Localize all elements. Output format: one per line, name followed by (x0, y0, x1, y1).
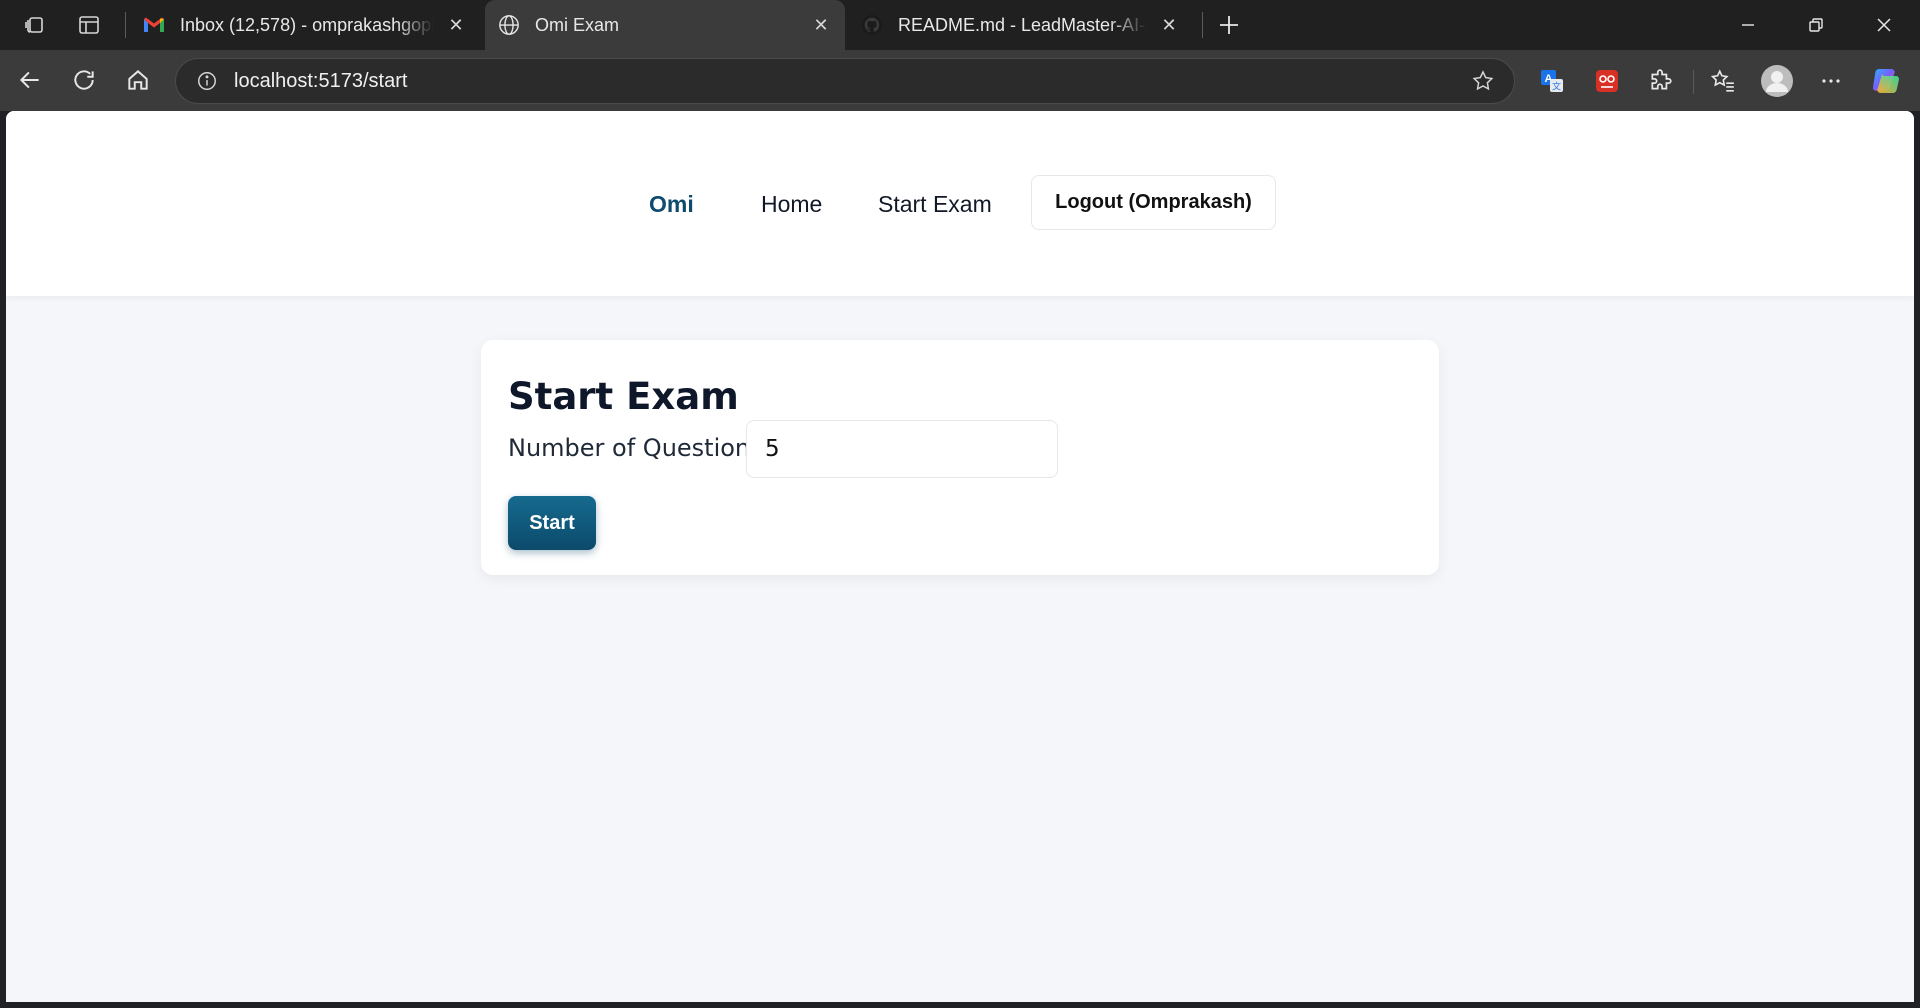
favorite-star-icon[interactable] (1460, 69, 1506, 93)
favorites-icon[interactable] (1700, 58, 1746, 104)
tab-readme[interactable]: README.md - LeadMaster-AI-Assignment ✕ (848, 6, 1193, 44)
tab-title: README.md - LeadMaster-AI-Assignment (898, 14, 1147, 35)
tab-omi-exam[interactable]: Omi Exam ✕ (485, 0, 845, 50)
tab-title: Omi Exam (535, 14, 620, 35)
url-text[interactable]: localhost:5173/start (234, 70, 1460, 93)
start-exam-card: Start Exam Number of Questions: Start (481, 340, 1439, 575)
tab-title: Inbox (12,578) - omprakashgopi2002@gmail… (180, 14, 434, 35)
close-icon[interactable]: ✕ (1157, 13, 1181, 37)
extensions-icon[interactable] (1638, 58, 1684, 104)
toolbar-separator (1693, 70, 1694, 94)
globe-icon (497, 13, 521, 37)
start-button[interactable]: Start (508, 496, 596, 550)
close-icon[interactable]: ✕ (809, 13, 833, 37)
questions-count-input[interactable] (746, 420, 1058, 478)
close-icon[interactable]: ✕ (444, 13, 468, 37)
translate-extension-icon[interactable]: A文 (1529, 58, 1575, 104)
tab-separator (125, 12, 126, 38)
brand-link[interactable]: Omi (649, 191, 694, 218)
svg-text:文: 文 (1552, 81, 1561, 93)
red-extension-icon[interactable] (1584, 58, 1630, 104)
github-icon (860, 13, 884, 37)
page-title: Start Exam (508, 375, 739, 418)
restore-icon[interactable] (1782, 0, 1850, 50)
browser-tab-bar: Inbox (12,578) - omprakashgopi2002@gmail… (0, 0, 1920, 50)
new-tab-icon[interactable] (1202, 0, 1256, 50)
profile-avatar-icon[interactable] (1754, 58, 1800, 104)
browser-toolbar: localhost:5173/start A文 (0, 50, 1920, 111)
tab-actions-icon[interactable] (62, 0, 116, 50)
copilot-icon[interactable] (1864, 58, 1910, 104)
questions-label: Number of Questions: (508, 434, 771, 462)
page-viewport: Omi Home Start Exam Logout (Omprakash) S… (6, 111, 1914, 1002)
reload-icon[interactable] (62, 58, 106, 102)
site-info-icon[interactable] (184, 70, 230, 92)
gmail-icon (142, 13, 166, 37)
app-header: Omi Home Start Exam Logout (Omprakash) (6, 111, 1914, 296)
close-window-icon[interactable] (1850, 0, 1918, 50)
more-options-icon[interactable] (1808, 58, 1854, 104)
back-icon[interactable] (8, 58, 52, 102)
nav-start-exam-link[interactable]: Start Exam (878, 191, 992, 218)
address-bar[interactable]: localhost:5173/start (175, 58, 1515, 104)
workspaces-icon[interactable] (8, 0, 62, 50)
minimize-icon[interactable] (1714, 0, 1782, 50)
logout-button[interactable]: Logout (Omprakash) (1031, 175, 1276, 230)
nav-home-link[interactable]: Home (761, 191, 822, 218)
tab-gmail[interactable]: Inbox (12,578) - omprakashgopi2002@gmail… (130, 6, 480, 44)
home-icon[interactable] (116, 58, 160, 102)
